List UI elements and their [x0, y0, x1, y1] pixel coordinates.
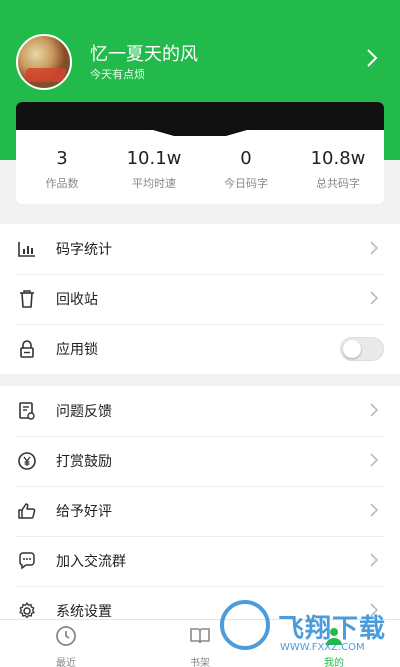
trash-icon: [16, 288, 38, 310]
stats-card: 3 作品数 10.1w 平均时速 0 今日码字 10.8w 总共码字: [16, 102, 384, 204]
yen-coin-icon: [16, 450, 38, 472]
chevron-right-icon: [370, 291, 378, 305]
chevron-right-icon: [370, 241, 378, 255]
chevron-right-icon: [370, 553, 378, 567]
menu-item-join-group[interactable]: 加入交流群: [0, 536, 400, 586]
thumbs-up-icon: [16, 500, 38, 522]
menu-item-app-lock: 应用锁: [0, 324, 400, 374]
stat-total-words-value: 10.8w: [310, 148, 366, 169]
stats-card-notch: [16, 116, 384, 136]
clock-icon: [56, 626, 76, 646]
lock-icon: [16, 338, 38, 360]
bar-chart-icon: [16, 238, 38, 260]
stat-avg-speed-label: 平均时速: [132, 177, 176, 190]
chevron-right-icon: [370, 453, 378, 467]
feedback-icon: [16, 400, 38, 422]
tab-recent-label: 最近: [56, 658, 76, 667]
username: 忆一夏天的风: [90, 44, 198, 65]
stat-today-words: 0 今日码字: [200, 148, 292, 191]
stat-works: 3 作品数: [16, 148, 108, 191]
book-icon: [190, 628, 210, 644]
menu-item-rate[interactable]: 给予好评: [0, 486, 400, 536]
app-lock-toggle[interactable]: [340, 337, 384, 361]
stat-today-words-value: 0: [240, 148, 252, 169]
menu-item-tip-label: 打赏鼓励: [56, 454, 112, 470]
menu-item-writing-stats-label: 码字统计: [56, 242, 112, 258]
menu-item-join-group-label: 加入交流群: [56, 554, 126, 570]
menu-item-feedback[interactable]: 问题反馈: [0, 386, 400, 436]
menu-item-feedback-label: 问题反馈: [56, 404, 112, 420]
chat-icon: [16, 550, 38, 572]
stat-total-words-label: 总共码字: [316, 177, 360, 190]
menu-item-recycle-bin-label: 回收站: [56, 292, 98, 308]
chevron-right-icon: [370, 503, 378, 517]
menu-item-settings-label: 系统设置: [56, 604, 112, 620]
watermark-text: 飞翔下载: [278, 614, 387, 644]
menu-item-rate-label: 给予好评: [56, 504, 112, 520]
chevron-right-icon[interactable]: [366, 48, 378, 68]
menu-item-recycle-bin[interactable]: 回收站: [0, 274, 400, 324]
tab-recent[interactable]: 最近: [26, 624, 106, 667]
stat-works-label: 作品数: [45, 177, 79, 190]
watermark-logo: [220, 600, 270, 650]
toggle-knob: [343, 340, 361, 358]
stat-total-words: 10.8w 总共码字: [292, 148, 384, 191]
chevron-right-icon: [370, 403, 378, 417]
menu-item-writing-stats[interactable]: 码字统计: [0, 224, 400, 274]
stat-today-words-label: 今日码字: [224, 177, 268, 190]
stat-works-value: 3: [56, 148, 68, 169]
site-watermark: 飞翔下载 WWW.FXXZ.COM: [214, 598, 386, 658]
avatar[interactable]: [16, 34, 72, 90]
menu-group-tools: 码字统计 回收站 应用锁: [0, 224, 400, 374]
menu-group-more: 问题反馈 打赏鼓励 给予好评 加入交流群 系统设置: [0, 386, 400, 626]
watermark-url: WWW.FXXZ.COM: [280, 642, 365, 653]
menu-item-app-lock-label: 应用锁: [56, 342, 98, 358]
user-signature: 今天有点烦: [90, 68, 145, 81]
menu-item-tip[interactable]: 打赏鼓励: [0, 436, 400, 486]
stat-avg-speed-value: 10.1w: [126, 148, 182, 169]
stat-avg-speed: 10.1w 平均时速: [108, 148, 200, 191]
